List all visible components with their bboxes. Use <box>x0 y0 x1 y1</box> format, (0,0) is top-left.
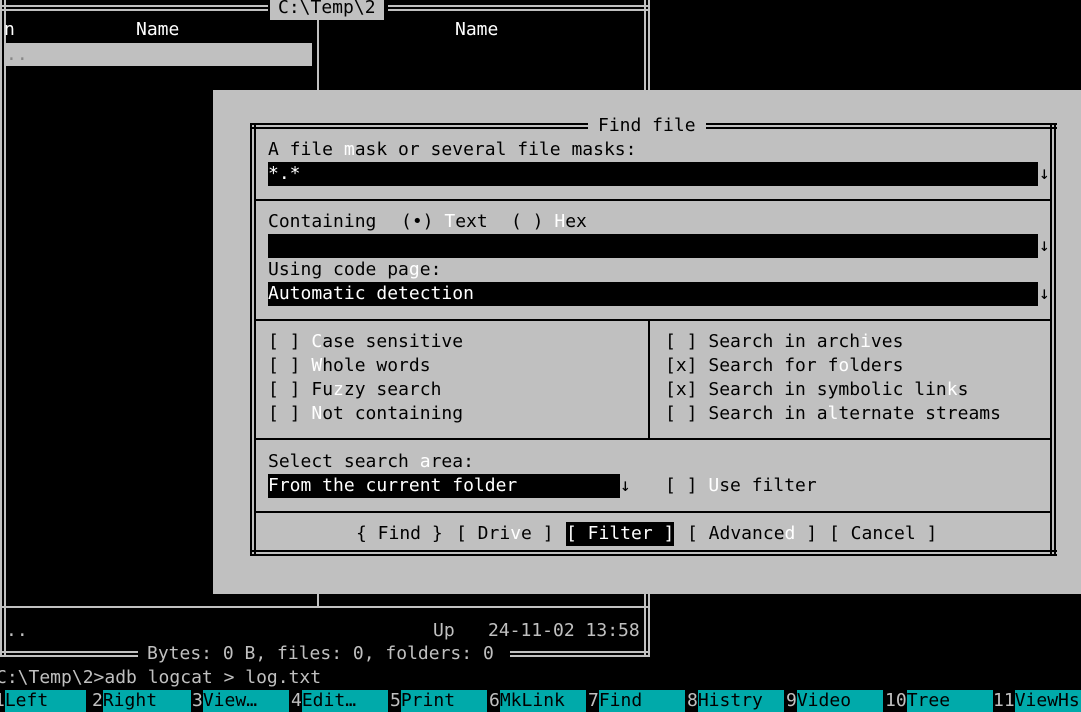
search-folders-checkbox[interactable]: [x] Search for folders <box>665 354 903 378</box>
codepage-label: Using code page: <box>268 259 442 280</box>
not-containing-checkbox[interactable]: [ ] Not containing <box>268 402 463 426</box>
key-f9[interactable]: 9Video <box>786 690 883 712</box>
key-f1[interactable]: 1Left <box>0 690 86 712</box>
whole-words-checkbox[interactable]: [ ] Whole words <box>268 354 431 378</box>
drive-button[interactable]: [ Drive ] <box>456 522 554 546</box>
panel-cursor-updir[interactable]: .. <box>4 43 312 66</box>
panel-path-title: C:\Temp\2 <box>270 0 384 20</box>
file-mask-input[interactable]: *.* <box>268 162 1038 186</box>
search-area-select[interactable]: From the current folder <box>268 474 620 498</box>
status-up: Up <box>433 620 455 641</box>
column-header-name-left[interactable]: Name <box>136 18 179 42</box>
use-filter-checkbox[interactable]: [ ] Use filter <box>665 474 817 498</box>
containing-label: Containing <box>268 211 377 232</box>
case-sensitive-checkbox[interactable]: [ ] Case sensitive <box>268 330 463 354</box>
search-area-label: Select search area: <box>268 451 474 472</box>
status-datetime: 24-11-02 13:58 <box>488 620 640 641</box>
search-area-dropdown-icon[interactable]: ↓ <box>620 474 631 498</box>
find-file-dialog: Find file A file mask or several file ma… <box>213 90 1081 594</box>
key-f11[interactable]: 11ViewHs <box>993 690 1081 712</box>
containing-history-icon[interactable]: ↓ <box>1039 234 1050 258</box>
cancel-button[interactable]: [ Cancel ] <box>829 522 937 546</box>
advanced-button[interactable]: [ Advanced ] <box>687 522 817 546</box>
find-button[interactable]: { Find } <box>356 522 443 546</box>
filter-button[interactable]: [ Filter ] <box>566 522 675 546</box>
search-alternate-streams-checkbox[interactable]: [ ] Search in alternate streams <box>665 402 1001 426</box>
search-archives-checkbox[interactable]: [ ] Search in archives <box>665 330 903 354</box>
panel-totals: Bytes: 0 B, files: 0, folders: 0 <box>147 643 494 664</box>
dialog-title: Find file <box>588 114 706 138</box>
codepage-dropdown-icon[interactable]: ↓ <box>1039 282 1050 306</box>
hex-radio[interactable]: ( ) Hex <box>511 210 587 234</box>
key-f8[interactable]: 8Histry <box>687 690 784 712</box>
column-header-name-right[interactable]: Name <box>455 18 498 42</box>
codepage-select[interactable]: Automatic detection <box>268 282 1038 306</box>
key-f10[interactable]: 10Tree <box>885 690 993 712</box>
file-mask-label: A file mask or several file masks: <box>268 139 637 160</box>
key-f6[interactable]: 6MkLink <box>489 690 586 712</box>
text-radio[interactable]: (•) Text <box>401 210 488 234</box>
key-f4[interactable]: 4Edit… <box>291 690 388 712</box>
containing-input[interactable] <box>268 234 1038 258</box>
command-line[interactable]: C:\Temp\2>adb logcat > log.txt <box>0 666 321 690</box>
column-header-n: n <box>4 19 15 40</box>
key-f2[interactable]: 2Right <box>92 690 191 712</box>
search-symlinks-checkbox[interactable]: [x] Search in symbolic links <box>665 378 968 402</box>
updir-entry: .. <box>6 44 28 65</box>
status-filename: .. <box>6 620 28 641</box>
file-mask-history-icon[interactable]: ↓ <box>1039 162 1050 186</box>
key-f5[interactable]: 5Print <box>390 690 487 712</box>
key-f3[interactable]: 3View… <box>192 690 289 712</box>
fuzzy-search-checkbox[interactable]: [ ] Fuzzy search <box>268 378 441 402</box>
key-f7[interactable]: 7Find <box>588 690 685 712</box>
